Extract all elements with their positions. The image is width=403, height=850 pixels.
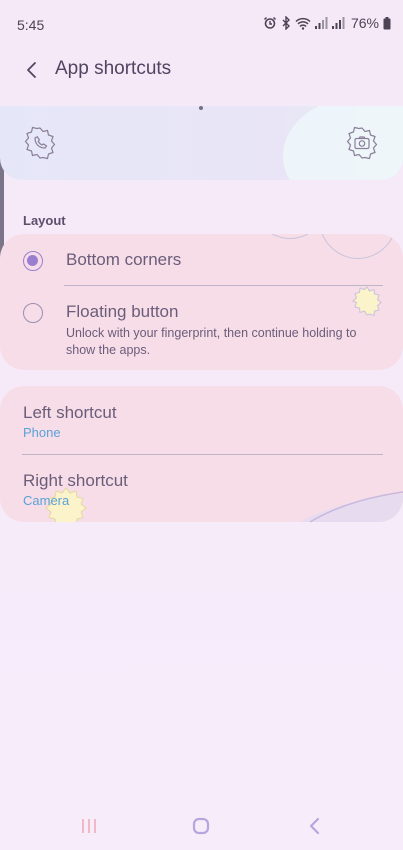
nav-back-icon [309,817,320,835]
back-button[interactable] [18,56,46,84]
option-label-floating-button: Floating button [66,302,179,321]
wifi-icon [295,17,311,30]
option-desc-floating-button: Unlock with your fingerprint, then conti… [66,326,357,357]
preview-left-shortcut [23,126,57,160]
screen: 5:45 76% App shortcuts Layout Bottom cor… [0,0,403,850]
pref-summary-right-shortcut: Camera [23,493,70,508]
radio-floating-button[interactable] [23,303,43,323]
pref-title-right-shortcut: Right shortcut [23,471,128,490]
signal-icon [314,17,328,29]
status-icons: 76% [263,15,391,31]
shortcuts-card: Left shortcut Phone Right shortcut Camer… [0,386,403,522]
divider [64,285,383,286]
pref-summary-left-shortcut: Phone [23,425,61,440]
pref-right-shortcut[interactable]: Right shortcut Camera [0,455,403,522]
recents-icon [82,819,96,833]
option-bottom-corners[interactable]: Bottom corners [0,248,403,284]
battery-percent: 76% [350,15,379,31]
status-bar: 5:45 76% [0,0,403,50]
pref-title-left-shortcut: Left shortcut [23,403,117,422]
option-floating-button[interactable]: Floating button Unlock with your fingerp… [0,300,403,364]
option-label-bottom-corners: Bottom corners [66,250,182,269]
preview-dot [199,106,203,110]
navigation-bar [0,800,403,850]
status-time: 5:45 [17,17,45,33]
alarm-icon [263,16,277,30]
home-button[interactable] [186,814,216,838]
decorative-circle [255,234,325,239]
page-title: App shortcuts [55,58,172,79]
app-header: App shortcuts [0,50,403,90]
pref-left-shortcut[interactable]: Left shortcut Phone [0,386,403,454]
home-icon [192,817,210,835]
preview-right-shortcut [345,126,379,160]
back-arrow-icon [27,62,36,78]
battery-icon [383,16,391,30]
layout-card: Bottom corners Floating button Unlock wi… [0,234,403,370]
phone-icon [24,126,56,160]
nav-back-button[interactable] [300,814,330,838]
signal-icon-2 [331,17,345,29]
recents-button[interactable] [74,814,104,838]
section-header-layout: Layout [23,213,66,228]
bluetooth-icon [281,16,291,30]
preview-wave [283,106,403,180]
radio-bottom-corners[interactable] [23,251,43,271]
shortcut-preview [0,106,403,180]
camera-icon [346,126,378,160]
